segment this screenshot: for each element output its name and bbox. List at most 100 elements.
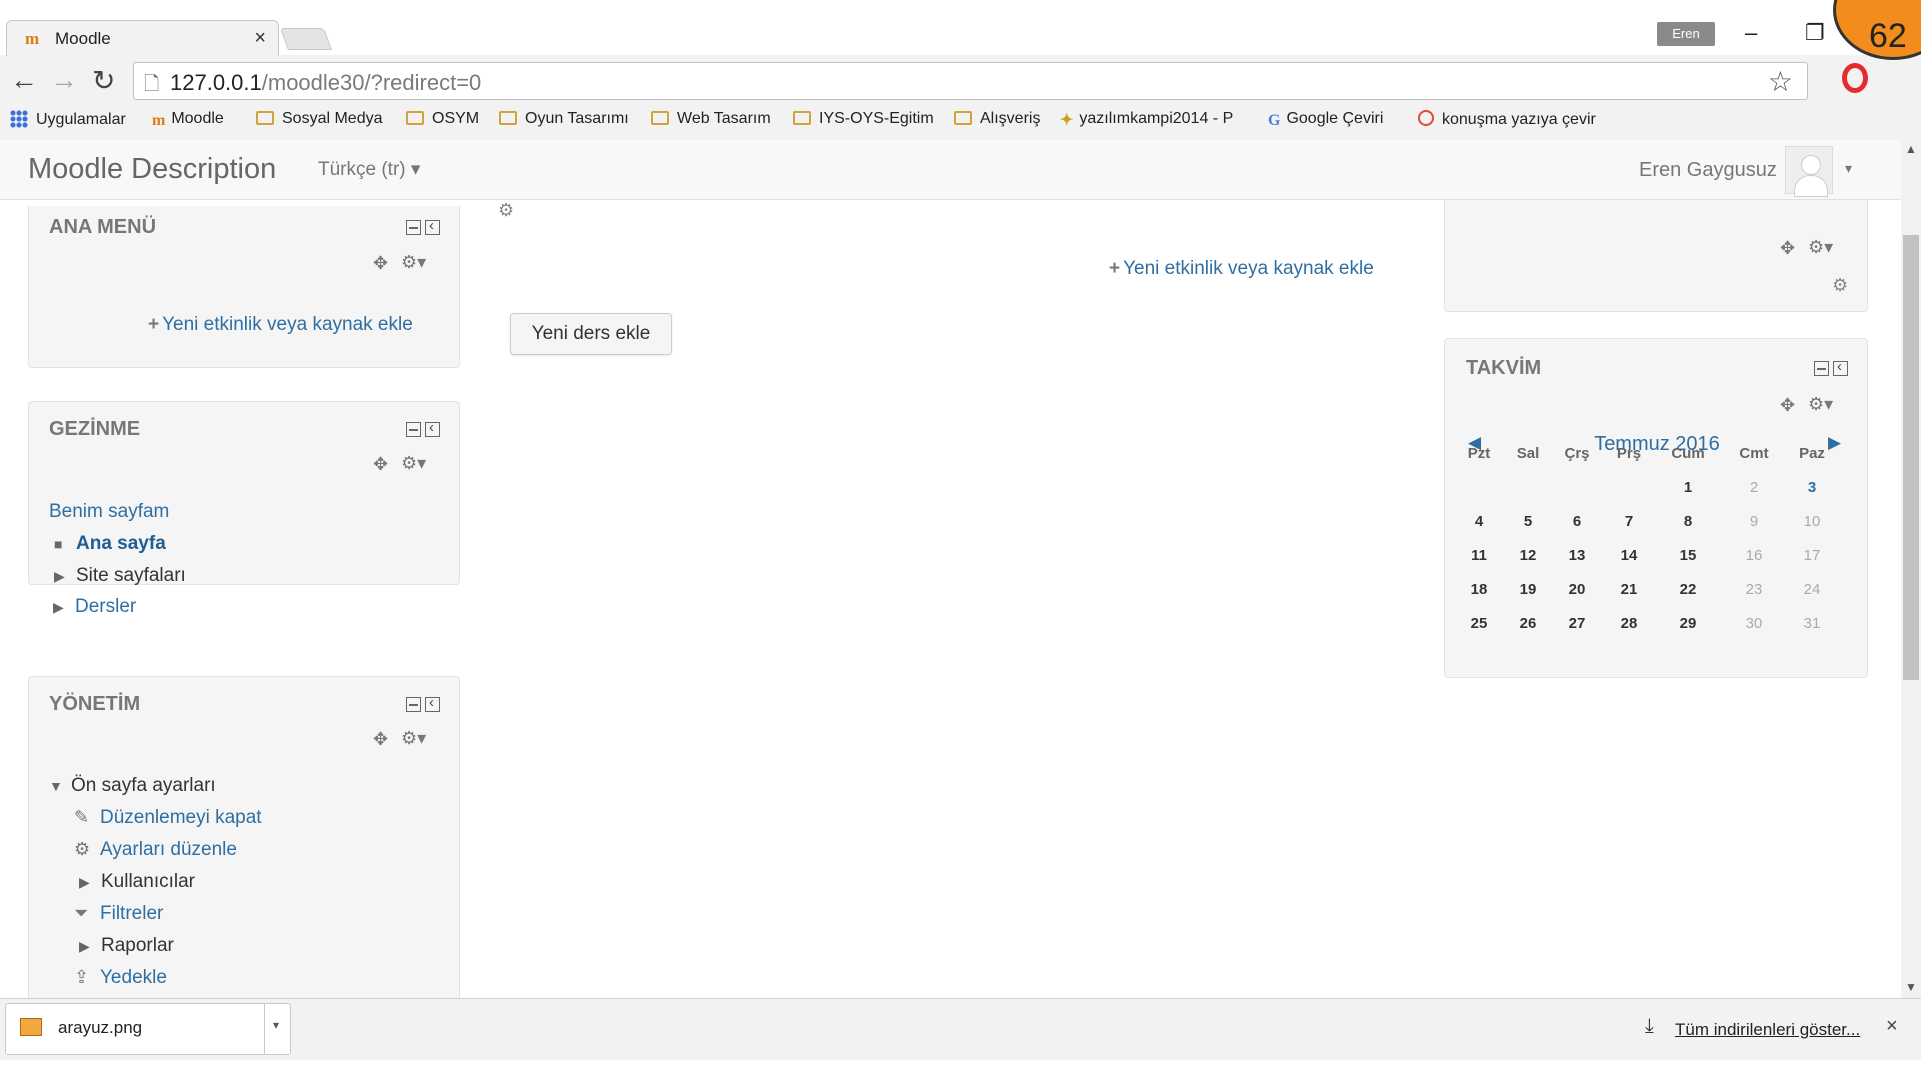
center-add-activity-link[interactable]: + Yeni etkinlik veya kaynak ekle [1109,258,1374,280]
download-menu-icon[interactable]: ▾ [273,1018,279,1032]
gear-icon[interactable]: ⚙▾ [401,728,426,749]
bookmark-label: Uygulamalar [36,111,126,128]
bookmark-apps[interactable]: Uygulamalar [10,110,126,129]
admin-users[interactable]: ▶ Kullanıcılar [79,871,195,893]
forward-icon[interactable]: → [50,64,78,96]
scroll-down-icon[interactable]: ▼ [1905,980,1917,994]
nav-site-pages-item[interactable]: ▶ Site sayfaları [54,565,186,587]
dock-block-icon[interactable] [425,217,440,235]
bookmark-moodle[interactable]: m Moodle [152,110,224,130]
bookmark-yazilimkampi[interactable]: ✦ yazılımkampi2014 - P [1060,110,1252,130]
address-bar[interactable]: 🗋 127.0.0.1/moodle30/?redirect=0 ☆ [133,62,1808,100]
moodle-navbar: Moodle Description Türkçe (tr) ▾ Eren Ga… [0,140,1901,200]
language-menu[interactable]: Türkçe (tr) ▾ [318,158,420,181]
download-item[interactable]: arayuz.png ▾ [5,1003,291,1055]
add-activity-label: Yeni etkinlik veya kaynak ekle [1123,258,1374,279]
folder-icon [406,111,424,125]
section-gear-icon[interactable]: ⚙ [498,200,514,221]
add-activity-link[interactable]: + Yeni etkinlik veya kaynak ekle [148,314,413,336]
bookmark-iys-oys-egitim[interactable]: IYS-OYS-Egitim [793,110,934,128]
dock-block-icon[interactable] [425,419,440,437]
dock-block-icon[interactable] [425,694,440,712]
nav-my-page-link[interactable]: Benim sayfam [49,501,169,523]
nav-courses-item[interactable]: ▶ Dersler [53,596,136,618]
reload-icon[interactable]: ↻ [92,64,115,97]
moodle-icon: m [152,112,166,129]
calendar-day: 23 [1745,581,1763,598]
block-administration: YÖNETİM ✥ ⚙▾ ▼ Ön sayfa ayarları ✎ Düzenle… [28,676,460,998]
profile-chip[interactable]: Eren [1657,22,1715,46]
gear-icon[interactable]: ⚙▾ [1808,394,1833,415]
bookmark-label: Sosyal Medya [282,110,383,127]
move-icon[interactable]: ✥ [1780,238,1795,259]
site-name[interactable]: Moodle Description [28,153,276,186]
move-icon[interactable]: ✥ [373,454,388,475]
calendar-weekday-header: Çrş [1564,445,1590,462]
gear-icon[interactable]: ⚙▾ [1808,237,1833,258]
calendar-day: 6 [1572,513,1582,530]
expand-arrow-icon: ▶ [79,938,90,954]
admin-reports[interactable]: ▶ Raporlar [79,935,174,957]
bookmark-konusma[interactable]: konuşma yazıya çevir [1418,110,1610,129]
chrome-icon [1418,110,1434,126]
minimize-block-icon[interactable] [1814,361,1829,376]
user-name[interactable]: Eren Gaygusuz [1639,159,1777,182]
gear-icon[interactable]: ⚙▾ [401,453,426,474]
browser-tab-moodle[interactable]: m Moodle × [6,20,279,56]
nav-site-pages-label: Site sayfaları [76,565,186,586]
settings-gear-icon[interactable]: ⚙ [1832,275,1848,296]
admin-turn-editing-off[interactable]: ✎ Düzenlemeyi kapat [74,807,262,829]
calendar-day: 10 [1803,513,1821,530]
block-controls [1810,358,1848,379]
bookmark-sosyal-medya[interactable]: Sosyal Medya [256,110,383,128]
minimize-block-icon[interactable] [406,697,421,712]
gear-icon[interactable]: ⚙▾ [401,252,426,273]
calendar-weekday-header: Sal [1516,445,1540,462]
minimize-icon[interactable]: – [1745,20,1757,46]
admin-front-page-settings[interactable]: ▼ Ön sayfa ayarları [49,775,216,797]
scrollbar-thumb[interactable] [1903,235,1919,680]
admin-item-label: Ön sayfa ayarları [71,775,216,796]
bookmark-label: Oyun Tasarımı [525,110,629,127]
bookmark-osym[interactable]: OSYM [406,110,479,128]
admin-filters[interactable]: ⏷ Filtreler [74,903,163,925]
tab-close-icon[interactable]: × [254,27,266,50]
close-download-bar-icon[interactable]: × [1886,1015,1898,1038]
admin-backup[interactable]: ⇪ Yedekle [74,967,167,989]
browser-toolbar: ← → ↻ 🗋 127.0.0.1/moodle30/?redirect=0 ☆ [0,56,1921,106]
restore-icon[interactable]: ❐ [1805,20,1825,46]
calendar-day: 25 [1470,615,1488,632]
back-icon[interactable]: ← [10,64,38,96]
scroll-up-icon[interactable]: ▲ [1905,142,1917,156]
calendar-day: 26 [1519,615,1537,632]
extension-icon[interactable] [1842,63,1868,93]
move-icon[interactable]: ✥ [373,729,388,750]
user-menu-caret-icon[interactable]: ▾ [1845,160,1852,177]
move-icon[interactable]: ✥ [1780,395,1795,416]
calendar-weekday-header: Pzt [1467,445,1491,462]
block-title: ANA MENÜ [49,216,157,238]
url-host: 127.0.0.1 [170,70,262,95]
add-new-course-button[interactable]: Yeni ders ekle [510,313,672,355]
avatar[interactable] [1785,146,1833,197]
minimize-block-icon[interactable] [406,422,421,437]
bookmark-web-tasarim[interactable]: Web Tasarım [651,110,771,128]
new-tab-button[interactable] [279,28,333,50]
calendar-day[interactable]: 3 [1792,479,1832,496]
show-all-downloads-link[interactable]: Tüm indirilenleri göster... [1675,1020,1860,1040]
move-icon[interactable]: ✥ [373,253,388,274]
bookmark-label: konuşma yazıya çevir [1442,111,1596,128]
page-scrollbar[interactable]: ▲ ▼ [1901,140,1921,998]
bookmark-star-icon[interactable]: ☆ [1768,65,1793,98]
calendar-weekday-header: Prş [1616,445,1642,462]
tab-strip: m Moodle × Eren – ❐ [0,0,1921,56]
nav-home-item[interactable]: ■ Ana sayfa [54,533,166,555]
calendar-day: 17 [1803,547,1821,564]
admin-edit-settings[interactable]: ⚙ Ayarları düzenle [74,839,237,861]
calendar-weekday-header: Cum [1671,445,1705,462]
bookmark-google-ceviri[interactable]: G Google Çeviri [1268,110,1383,130]
bookmark-oyun-tasarimi[interactable]: Oyun Tasarımı [499,110,629,128]
bookmark-alisveris[interactable]: Alışveriş [954,110,1040,128]
minimize-block-icon[interactable] [406,220,421,235]
dock-block-icon[interactable] [1833,358,1848,376]
